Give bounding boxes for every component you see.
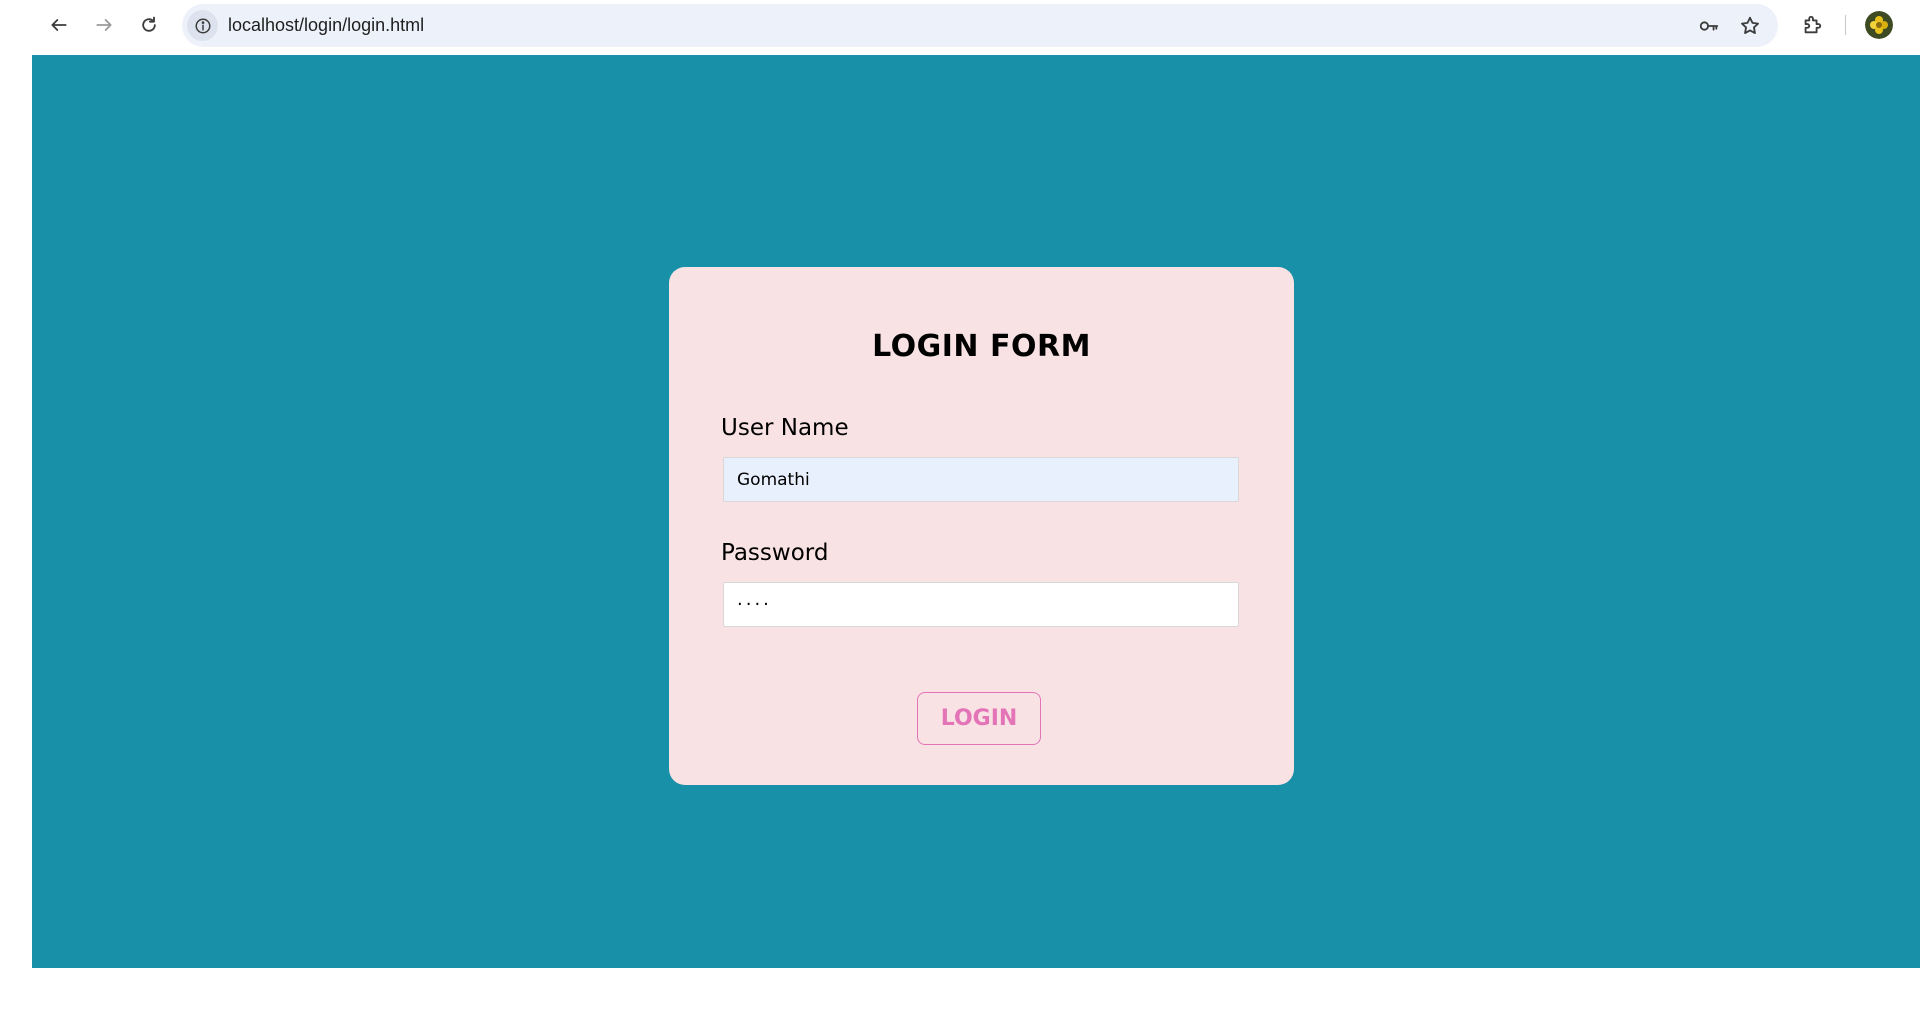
star-icon: [1741, 16, 1759, 34]
reload-icon: [142, 16, 156, 32]
form-title: LOGIN FORM: [872, 329, 1091, 364]
forward-button[interactable]: [89, 10, 119, 40]
arrow-right-icon: [96, 19, 112, 31]
username-input[interactable]: [723, 457, 1239, 502]
page-bottom-margin: [0, 968, 1920, 1028]
reload-button[interactable]: [134, 10, 164, 40]
back-button[interactable]: [44, 10, 74, 40]
password-manager-button[interactable]: [1697, 14, 1721, 38]
arrow-left-icon: [51, 19, 67, 31]
bookmark-button[interactable]: [1738, 14, 1762, 38]
address-bar[interactable]: localhost/login/login.html: [182, 4, 1778, 47]
page-viewport: LOGIN FORM User Name Password LOGIN: [32, 55, 1920, 968]
key-icon: [1699, 21, 1719, 31]
site-info-button[interactable]: [187, 10, 218, 41]
login-card: LOGIN FORM User Name Password LOGIN: [669, 267, 1294, 785]
profile-avatar[interactable]: [1865, 11, 1893, 39]
username-label: User Name: [721, 415, 849, 441]
puzzle-icon: [1804, 15, 1822, 34]
avatar: [1865, 11, 1893, 39]
info-icon: [195, 18, 210, 33]
browser-toolbar: localhost/login/login.html: [0, 0, 1920, 52]
password-label: Password: [721, 540, 829, 566]
login-button[interactable]: LOGIN: [917, 692, 1041, 745]
password-input[interactable]: [723, 582, 1239, 627]
url-text[interactable]: localhost/login/login.html: [228, 15, 424, 36]
extensions-button[interactable]: [1799, 12, 1825, 38]
toolbar-divider: [1845, 15, 1846, 35]
